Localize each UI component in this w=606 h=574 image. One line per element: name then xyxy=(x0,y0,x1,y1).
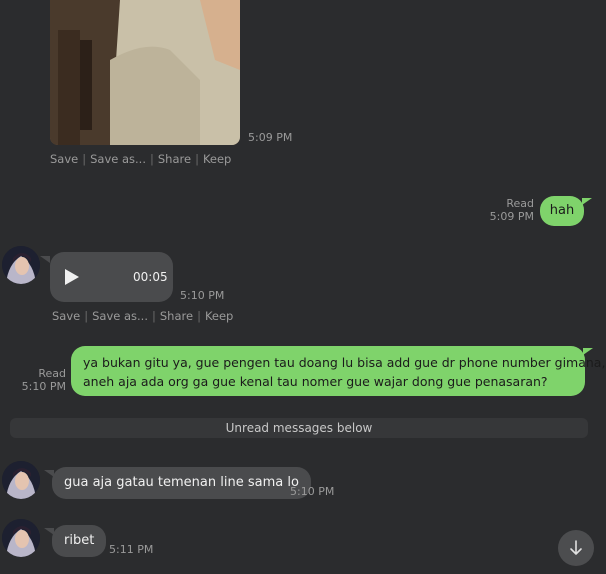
read-status: Read xyxy=(38,367,66,380)
avatar-image xyxy=(2,519,40,557)
avatar[interactable] xyxy=(2,461,40,499)
play-icon[interactable] xyxy=(64,268,80,290)
avatar-image xyxy=(2,461,40,499)
share-button[interactable]: Share xyxy=(158,152,191,166)
read-status: Read xyxy=(506,197,534,210)
photo-message-image[interactable] xyxy=(50,0,240,145)
outgoing-message-bubble[interactable]: ya bukan gitu ya, gue pengen tau doang l… xyxy=(71,346,606,396)
message-time: 5:09 PM xyxy=(489,210,534,223)
photo-message-actions: Save | Save as... | Share | Keep xyxy=(50,152,231,166)
message-time: 5:10 PM xyxy=(21,380,66,393)
photo-content xyxy=(50,0,240,145)
message-time: 5:10 PM xyxy=(290,485,335,498)
message-text-line-2: aneh aja ada org ga gue kenal tau nomer … xyxy=(83,374,548,389)
avatar-image xyxy=(2,246,40,284)
save-button[interactable]: Save xyxy=(52,309,80,323)
voice-message-actions: Save | Save as... | Share | Keep xyxy=(52,309,233,323)
keep-button[interactable]: Keep xyxy=(205,309,233,323)
incoming-message-bubble[interactable]: gua aja gatau temenan line sama lo xyxy=(52,467,311,499)
message-time: 5:11 PM xyxy=(109,543,154,556)
separator: | xyxy=(152,309,156,323)
save-as-button[interactable]: Save as... xyxy=(92,309,148,323)
outgoing-message-bubble[interactable]: hah xyxy=(540,196,584,226)
photo-message-time: 5:09 PM xyxy=(248,131,293,144)
save-as-button[interactable]: Save as... xyxy=(90,152,146,166)
message-text: hah xyxy=(549,203,575,218)
scroll-to-bottom-button[interactable] xyxy=(558,530,594,566)
out-message-2-status: Read 5:10 PM xyxy=(14,367,66,393)
separator: | xyxy=(82,152,87,166)
out-message-1-status: Read 5:09 PM xyxy=(480,197,534,223)
arrow-down-icon xyxy=(570,540,582,555)
voice-message-bubble[interactable]: 00:05 xyxy=(50,252,173,302)
unread-messages-divider: Unread messages below xyxy=(10,418,588,438)
share-button[interactable]: Share xyxy=(160,309,193,323)
separator: | xyxy=(84,309,89,323)
voice-duration: 00:05 xyxy=(133,270,168,284)
avatar[interactable] xyxy=(2,246,40,284)
save-button[interactable]: Save xyxy=(50,152,78,166)
separator: | xyxy=(150,152,154,166)
message-text: gua aja gatau temenan line sama lo xyxy=(64,475,299,490)
voice-message-time: 5:10 PM xyxy=(180,289,225,302)
avatar[interactable] xyxy=(2,519,40,557)
keep-button[interactable]: Keep xyxy=(203,152,231,166)
bubble-tail xyxy=(40,256,50,263)
bubble-tail xyxy=(582,198,592,205)
bubble-tail xyxy=(583,348,593,355)
incoming-message-bubble[interactable]: ribet xyxy=(52,525,107,557)
message-text: ribet xyxy=(64,533,95,548)
message-text-line-1: ya bukan gitu ya, gue pengen tau doang l… xyxy=(83,355,606,370)
separator: | xyxy=(195,152,199,166)
separator: | xyxy=(197,309,201,323)
